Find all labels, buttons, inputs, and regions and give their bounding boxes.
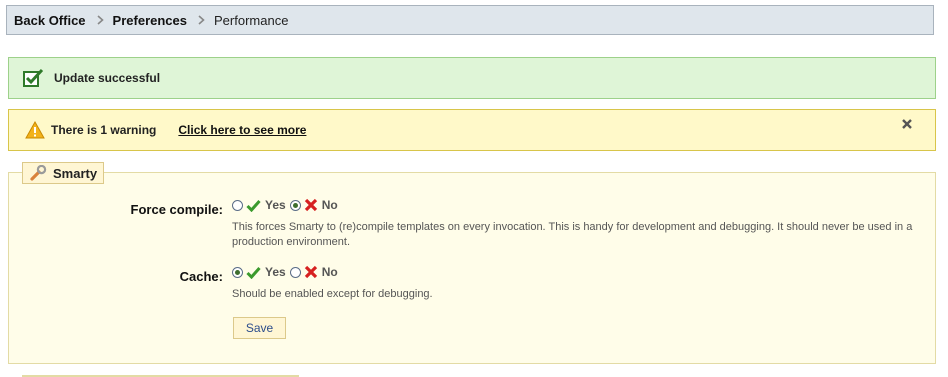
cache-yes-radio[interactable] xyxy=(232,266,243,278)
cache-help: Should be enabled except for debugging. xyxy=(232,288,433,300)
wrench-icon xyxy=(29,165,47,181)
breadcrumb: Back Office Preferences Performance xyxy=(6,5,934,35)
red-x-icon xyxy=(304,265,318,279)
cache-no-radio[interactable] xyxy=(289,266,301,278)
cache-label: Cache: xyxy=(179,269,223,284)
see-more-link[interactable]: Click here to see more xyxy=(178,123,306,137)
cache-options: Yes No xyxy=(232,265,342,279)
warning-alert: There is 1 warning Click here to see mor… xyxy=(8,109,936,151)
success-alert: Update successful xyxy=(8,57,936,99)
breadcrumb-back-office[interactable]: Back Office xyxy=(14,13,86,28)
green-check-icon xyxy=(246,199,261,212)
chevron-right-icon xyxy=(198,15,205,25)
force-compile-no-radio[interactable] xyxy=(289,199,301,211)
cache-yes-label[interactable]: Yes xyxy=(265,265,286,279)
success-message: Update successful xyxy=(54,71,161,85)
checkbox-check-icon xyxy=(23,68,45,88)
force-compile-label: Force compile: xyxy=(130,202,223,217)
warning-message: There is 1 warning xyxy=(51,123,157,137)
close-icon[interactable] xyxy=(901,118,913,133)
breadcrumb-performance: Performance xyxy=(214,12,289,28)
smarty-legend: Smarty xyxy=(22,162,105,184)
smarty-legend-label: Smarty xyxy=(53,165,98,181)
green-check-icon xyxy=(246,266,261,279)
force-compile-yes-label[interactable]: Yes xyxy=(265,198,286,212)
force-compile-no-label[interactable]: No xyxy=(322,198,338,212)
force-compile-yes-radio[interactable] xyxy=(232,199,243,211)
force-compile-help: This forces Smarty to (re)compile templa… xyxy=(232,221,913,248)
breadcrumb-preferences[interactable]: Preferences xyxy=(113,13,187,28)
force-compile-options: Yes No xyxy=(232,198,342,212)
cache-no-label[interactable]: No xyxy=(322,265,338,279)
warning-triangle-icon xyxy=(25,121,45,139)
red-x-icon xyxy=(304,198,318,212)
smarty-fieldset: Smarty Force compile: Yes No This forces… xyxy=(8,162,936,364)
save-button[interactable]: Save xyxy=(233,317,286,339)
chevron-right-icon xyxy=(97,15,104,25)
